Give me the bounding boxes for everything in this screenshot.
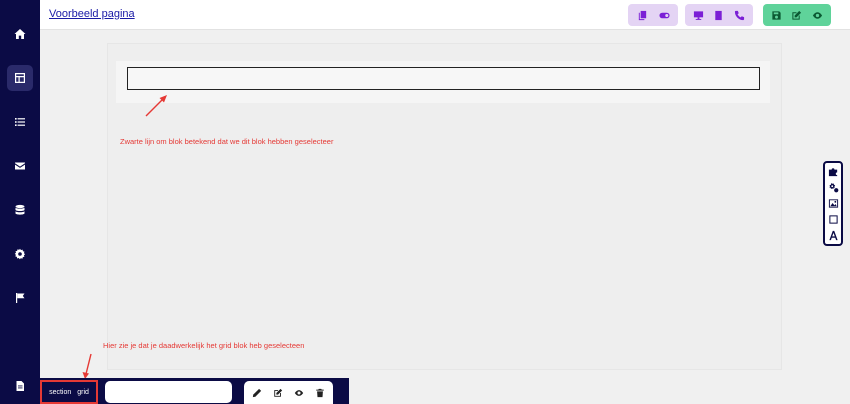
- image-tool-button[interactable]: [826, 196, 840, 210]
- toggle-visibility-button[interactable]: [290, 384, 308, 402]
- edit-icon: [274, 388, 283, 397]
- breadcrumb: section grid: [40, 380, 98, 404]
- desktop-icon: [693, 10, 703, 20]
- top-bar: Voorbeeld pagina: [40, 0, 850, 30]
- desktop-view-button[interactable]: [688, 6, 708, 24]
- device-preview-group: [685, 4, 753, 26]
- square-icon: [828, 215, 838, 224]
- rename-block-button[interactable]: [248, 384, 266, 402]
- toggle-button[interactable]: [654, 6, 674, 24]
- sidebar-item-settings[interactable]: [7, 241, 33, 267]
- sidebar-item-home[interactable]: [7, 21, 33, 47]
- document-icon: [16, 381, 24, 391]
- sidebar-item-document[interactable]: [7, 373, 33, 399]
- sidebar-item-flag[interactable]: [7, 285, 33, 311]
- pencil-icon: [253, 388, 262, 397]
- delete-block-button[interactable]: [311, 384, 329, 402]
- toolbar-separator: [753, 4, 757, 26]
- save-button[interactable]: [766, 6, 786, 24]
- home-icon: [14, 29, 26, 39]
- clipboard-toggle-group: [628, 4, 678, 26]
- sidebar-item-database[interactable]: [7, 197, 33, 223]
- settings-tool-button[interactable]: [826, 180, 840, 194]
- puzzle-icon: [828, 167, 837, 176]
- breadcrumb-annotation: Hier zie je dat je daadwerkelijk het gri…: [103, 341, 305, 350]
- breadcrumb-section[interactable]: section: [49, 389, 71, 396]
- edit-button[interactable]: [787, 6, 807, 24]
- selected-grid-block[interactable]: [127, 67, 760, 90]
- annotation-arrow: [82, 353, 92, 379]
- trash-icon: [315, 388, 324, 397]
- flag-icon: [16, 293, 25, 303]
- breadcrumb-grid[interactable]: grid: [77, 389, 89, 396]
- tablet-icon: [715, 10, 723, 20]
- database-icon: [15, 204, 25, 215]
- box-tool-button[interactable]: [826, 213, 840, 227]
- block-name-input[interactable]: [105, 381, 232, 403]
- block-actions: [244, 381, 333, 404]
- page-title-link[interactable]: Voorbeeld pagina: [49, 8, 135, 20]
- image-icon: [828, 199, 838, 208]
- sidebar-item-list[interactable]: [7, 109, 33, 135]
- sidebar-item-mail[interactable]: [7, 153, 33, 179]
- text-icon: [828, 231, 838, 241]
- list-icon: [15, 118, 25, 126]
- phone-view-button[interactable]: [730, 6, 750, 24]
- copy-button[interactable]: [632, 6, 652, 24]
- add-component-button[interactable]: [826, 164, 840, 178]
- block-annotation: Zwarte lijn om blok betekend dat we dit …: [120, 137, 334, 146]
- toggle-icon: [658, 12, 670, 18]
- envelope-icon: [15, 162, 25, 170]
- block-toolbox: [823, 161, 843, 246]
- gears-icon: [828, 182, 838, 193]
- toolbar-separator: [678, 4, 682, 26]
- tablet-view-button[interactable]: [709, 6, 729, 24]
- eye-icon: [813, 11, 823, 19]
- save-icon: [772, 10, 781, 20]
- layout-icon: [15, 73, 25, 83]
- phone-icon: [735, 10, 745, 20]
- preview-button[interactable]: [808, 6, 828, 24]
- sidebar: [0, 0, 40, 404]
- gear-icon: [14, 248, 26, 260]
- edit-icon: [792, 10, 802, 20]
- save-group: [763, 4, 831, 26]
- eye-icon: [294, 389, 304, 396]
- text-tool-button[interactable]: [826, 229, 840, 243]
- copy-icon: [638, 10, 646, 20]
- edit-block-button[interactable]: [269, 384, 287, 402]
- annotation-arrow: [145, 95, 167, 117]
- sidebar-item-layout[interactable]: [7, 65, 33, 91]
